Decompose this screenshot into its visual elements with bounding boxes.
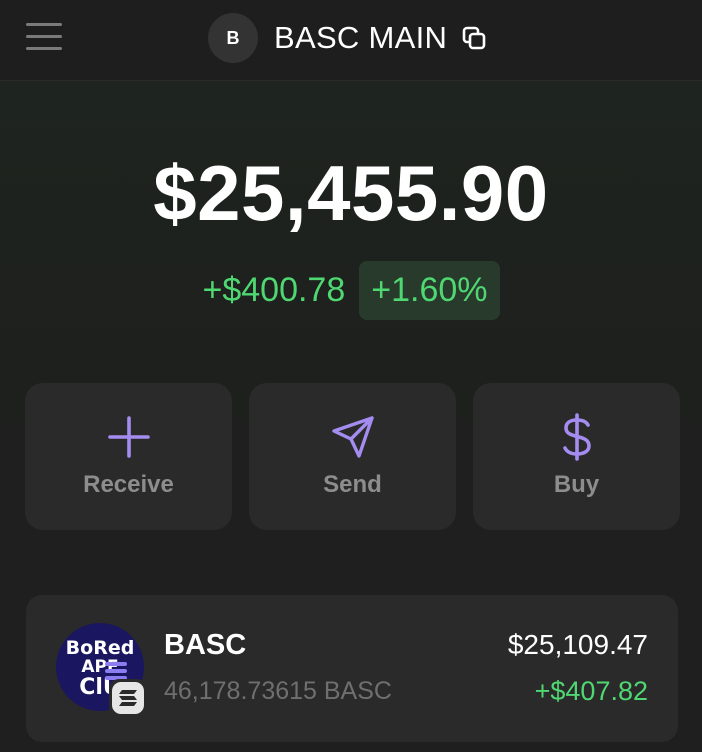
account-name: BASC MAIN [274, 20, 448, 55]
token-change: +$407.82 [534, 676, 648, 706]
solana-icon [112, 682, 144, 714]
account-avatar: B [208, 13, 258, 63]
plus-icon [25, 415, 232, 459]
balance-change-percent: +1.60% [359, 261, 500, 320]
wallet-app: B BASC MAIN $25,455.90 +$400.78 +1.60% R… [0, 0, 702, 752]
paper-plane-icon [249, 415, 456, 459]
copy-icon[interactable] [461, 25, 487, 51]
balance-change-amount: +$400.78 [202, 271, 346, 309]
receive-label: Receive [83, 471, 174, 498]
account-selector[interactable]: B BASC MAIN [208, 13, 487, 63]
buy-button[interactable]: Buy [473, 383, 680, 530]
chain-badge [109, 679, 147, 717]
buy-label: Buy [553, 471, 600, 498]
dollar-icon [473, 413, 680, 461]
send-button[interactable]: Send [249, 383, 456, 530]
token-name: BASC [164, 629, 247, 661]
send-label: Send [323, 471, 382, 498]
action-buttons: Receive Send Buy [25, 383, 680, 530]
receive-button[interactable]: Receive [25, 383, 232, 530]
logo-text-line2: APE [81, 657, 119, 677]
top-bar: B BASC MAIN [0, 0, 702, 81]
token-amount: 46,178.73615 BASC [164, 677, 392, 705]
token-value: $25,109.47 [507, 629, 648, 660]
logo-text-line1: BoRed [65, 637, 135, 659]
total-balance: $25,455.90 [153, 149, 549, 237]
menu-icon[interactable] [26, 22, 62, 52]
token-row-basc[interactable]: BoRed APE ClU BASC 46,178.73615 BASC $25… [26, 595, 678, 742]
balance-change: +$400.78 +1.60% [0, 261, 702, 320]
